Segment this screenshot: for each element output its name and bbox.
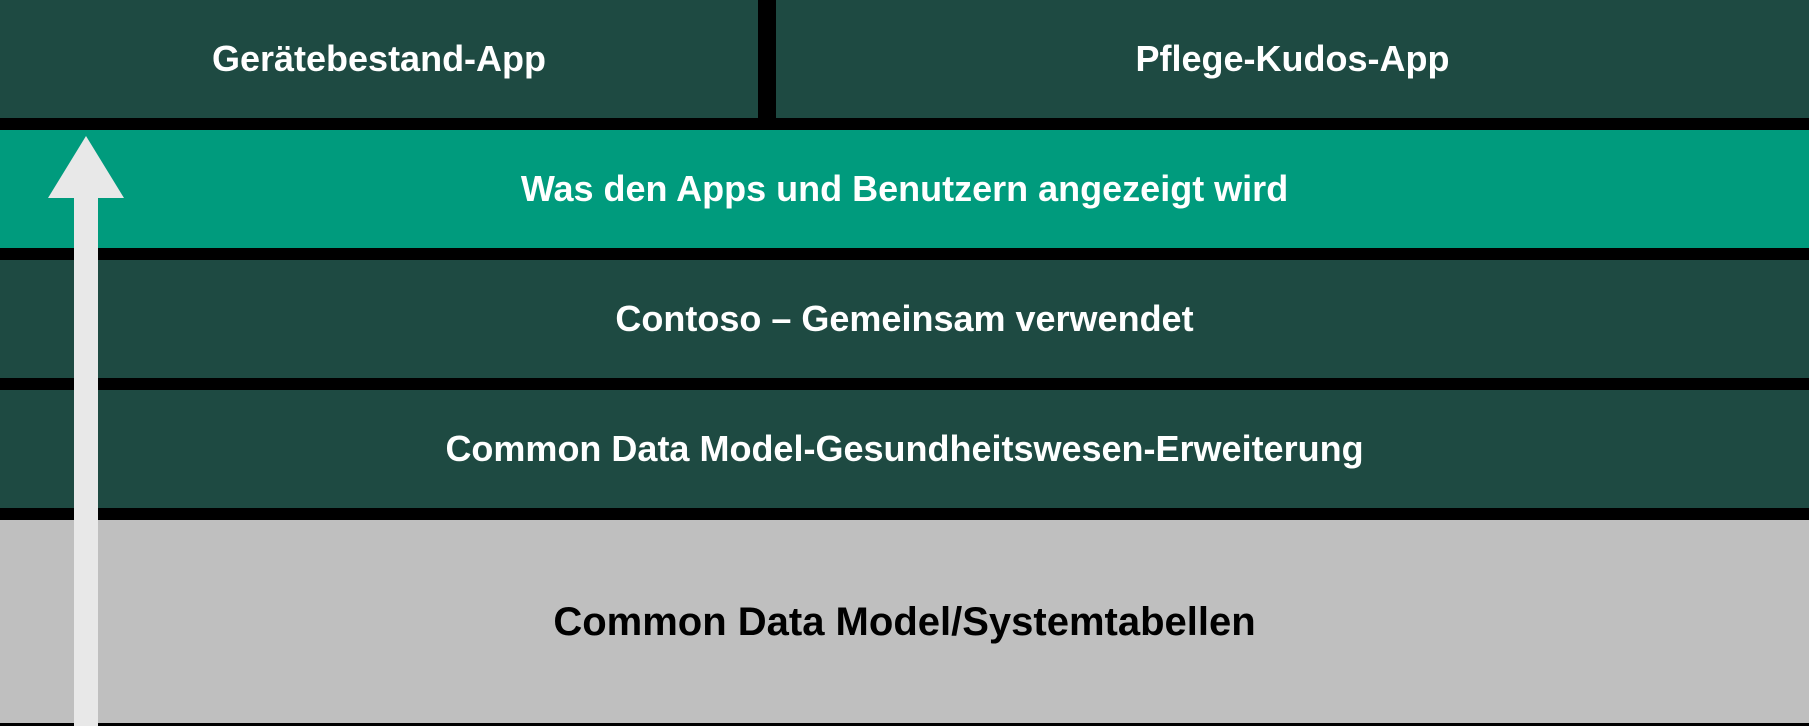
layer-contoso-shared-label: Contoso – Gemeinsam verwendet xyxy=(615,297,1193,340)
architecture-diagram: Gerätebestand-App Pflege-Kudos-App Was d… xyxy=(0,0,1809,723)
layer-visible-to-apps: Was den Apps und Benutzern angezeigt wir… xyxy=(0,130,1809,248)
layer-contoso-shared: Contoso – Gemeinsam verwendet xyxy=(0,260,1809,378)
top-app-right: Pflege-Kudos-App xyxy=(776,0,1809,118)
top-app-left: Gerätebestand-App xyxy=(0,0,758,118)
layer-visible-to-apps-label: Was den Apps und Benutzern angezeigt wir… xyxy=(521,167,1288,210)
layer-cdm-healthcare-extension: Common Data Model-Gesundheitswesen-Erwei… xyxy=(0,390,1809,508)
top-app-right-label: Pflege-Kudos-App xyxy=(1136,37,1450,80)
layer-cdm-system-tables-label: Common Data Model/Systemtabellen xyxy=(553,598,1255,646)
layer-cdm-system-tables: Common Data Model/Systemtabellen xyxy=(0,520,1809,723)
layer-cdm-healthcare-extension-label: Common Data Model-Gesundheitswesen-Erwei… xyxy=(445,427,1363,470)
top-app-left-label: Gerätebestand-App xyxy=(212,37,546,80)
